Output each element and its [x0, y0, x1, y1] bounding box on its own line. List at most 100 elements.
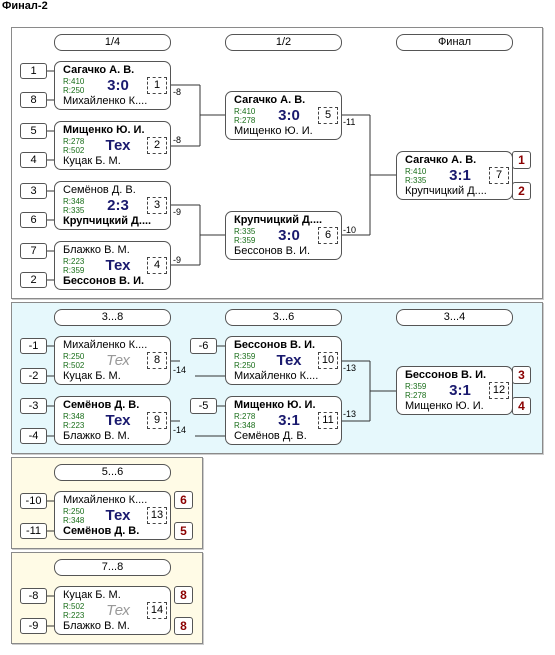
match-1[interactable]: Сагачко А. В. R:410 3:0 R:250 Михайленко…	[54, 61, 171, 110]
match-11[interactable]: Мищенко Ю. И. R:278 3:1 R:348 Семёнов Д.…	[225, 396, 342, 445]
round-5-6-header: 5...6	[54, 464, 171, 481]
rating-top: R:348	[63, 412, 85, 421]
player-top: Михайленко К....	[63, 339, 148, 351]
rating-bottom: R:223	[63, 611, 85, 620]
player-bottom: Блажко В. М.	[63, 430, 130, 442]
place-badge: 4	[512, 397, 531, 415]
round-quarterfinal-header: 1/4	[54, 34, 171, 51]
match-number: 6	[318, 227, 338, 244]
seed-box: 2	[20, 272, 47, 288]
match-7-final[interactable]: Сагачко А. В. R:410 3:1 R:335 Крупчицкий…	[396, 151, 513, 200]
seed-box: -4	[20, 428, 47, 444]
match-score: Тех	[105, 137, 131, 154]
rating-top: R:278	[234, 412, 256, 421]
rating-bottom: R:278	[234, 116, 256, 125]
loser-destination-label: -13	[343, 409, 357, 419]
player-bottom: Бессонов В. И.	[63, 275, 145, 287]
rating-top: R:502	[63, 602, 85, 611]
player-top: Бессонов В. И.	[234, 339, 316, 351]
match-score: 3:0	[278, 227, 300, 244]
place-badge: 5	[174, 522, 193, 540]
rating-bottom: R:502	[63, 146, 85, 155]
loser-destination-label: -9	[173, 207, 182, 217]
place-badge: 3	[512, 366, 531, 384]
rating-top: R:410	[405, 167, 427, 176]
rating-bottom: R:250	[234, 361, 256, 370]
player-top: Бессонов В. И.	[405, 369, 487, 381]
seed-box: -8	[20, 588, 47, 604]
rating-top: R:335	[234, 227, 256, 236]
match-number: 3	[147, 197, 167, 214]
match-6[interactable]: Крупчицкий Д.... R:335 3:0 R:359 Бессоно…	[225, 211, 342, 260]
rating-top: R:223	[63, 257, 85, 266]
round-semifinal-header: 1/2	[225, 34, 342, 51]
match-score: Тех	[105, 507, 131, 524]
player-bottom: Куцак Б. М.	[63, 370, 121, 382]
match-number: 13	[147, 507, 167, 524]
seed-box: 5	[20, 123, 47, 139]
round-3-4-header: 3...4	[396, 309, 513, 326]
match-12[interactable]: Бессонов В. И. R:359 3:1 R:278 Мищенко Ю…	[396, 366, 513, 415]
seed-box: 7	[20, 243, 47, 259]
rating-bottom: R:278	[405, 391, 427, 400]
match-4[interactable]: Блажко В. М. R:223 Тех R:359 Бессонов В.…	[54, 241, 171, 290]
player-bottom: Бессонов В. И.	[234, 245, 311, 257]
player-bottom: Михайленко К....	[234, 370, 319, 382]
match-score: 3:1	[449, 382, 471, 399]
player-bottom: Куцак Б. М.	[63, 155, 121, 167]
rating-bottom: R:348	[63, 516, 85, 525]
match-5[interactable]: Сагачко А. В. R:410 3:0 R:278 Мищенко Ю.…	[225, 91, 342, 140]
rating-top: R:410	[63, 77, 85, 86]
match-number: 9	[147, 412, 167, 429]
player-top: Семёнов Д. В.	[63, 184, 136, 196]
match-14[interactable]: Куцак Б. М. R:502 Тех R:223 Блажко В. М.…	[54, 586, 171, 635]
match-2[interactable]: Мищенко Ю. И. R:278 Тех R:502 Куцак Б. М…	[54, 121, 171, 170]
match-13[interactable]: Михайленко К.... R:250 Тех R:348 Семёнов…	[54, 491, 171, 540]
match-number: 4	[147, 257, 167, 274]
seed-box: -6	[190, 338, 217, 354]
rating-bottom: R:348	[234, 421, 256, 430]
player-top: Семёнов Д. В.	[63, 399, 140, 411]
match-9[interactable]: Семёнов Д. В. R:348 Тех R:223 Блажко В. …	[54, 396, 171, 445]
player-top: Крупчицкий Д....	[234, 214, 323, 226]
player-top: Сагачко А. В.	[234, 94, 306, 106]
loser-destination-label: -8	[173, 135, 182, 145]
loser-destination-label: -14	[173, 425, 187, 435]
rating-top: R:250	[63, 507, 85, 516]
seed-box: 8	[20, 92, 47, 108]
rating-bottom: R:359	[234, 236, 256, 245]
loser-destination-label: -9	[173, 255, 182, 265]
rating-top: R:348	[63, 197, 85, 206]
match-score: Тех	[106, 602, 130, 619]
seed-box: -10	[20, 493, 47, 509]
match-number: 10	[318, 352, 338, 369]
match-3[interactable]: Семёнов Д. В. R:348 2:3 R:335 Крупчицкий…	[54, 181, 171, 230]
round-7-8-header: 7...8	[54, 559, 171, 576]
match-number: 1	[147, 77, 167, 94]
match-10[interactable]: Бессонов В. И. R:359 Тех R:250 Михайленк…	[225, 336, 342, 385]
player-bottom: Крупчицкий Д....	[63, 215, 152, 227]
rating-bottom: R:335	[63, 206, 85, 215]
match-score: 3:1	[449, 167, 471, 184]
place-badge: 2	[512, 182, 531, 200]
match-number: 5	[318, 107, 338, 124]
match-score: Тех	[105, 257, 131, 274]
match-8[interactable]: Михайленко К.... R:250 Тех R:502 Куцак Б…	[54, 336, 171, 385]
rating-bottom: R:250	[63, 86, 85, 95]
rating-bottom: R:502	[63, 361, 85, 370]
match-score: 3:1	[278, 412, 300, 429]
match-number: 8	[147, 352, 167, 369]
player-top: Куцак Б. М.	[63, 589, 121, 601]
rating-top: R:410	[234, 107, 256, 116]
rating-top: R:250	[63, 352, 85, 361]
rating-top: R:359	[234, 352, 256, 361]
match-score: 2:3	[107, 197, 129, 214]
match-number: 7	[489, 167, 509, 184]
place-badge: 1	[512, 151, 531, 169]
loser-destination-label: -14	[173, 365, 187, 375]
match-score: Тех	[105, 412, 131, 429]
match-score: Тех	[106, 352, 130, 369]
seed-box: 3	[20, 183, 47, 199]
player-top: Мищенко Ю. И.	[234, 399, 316, 411]
round-3-6-header: 3...6	[225, 309, 342, 326]
